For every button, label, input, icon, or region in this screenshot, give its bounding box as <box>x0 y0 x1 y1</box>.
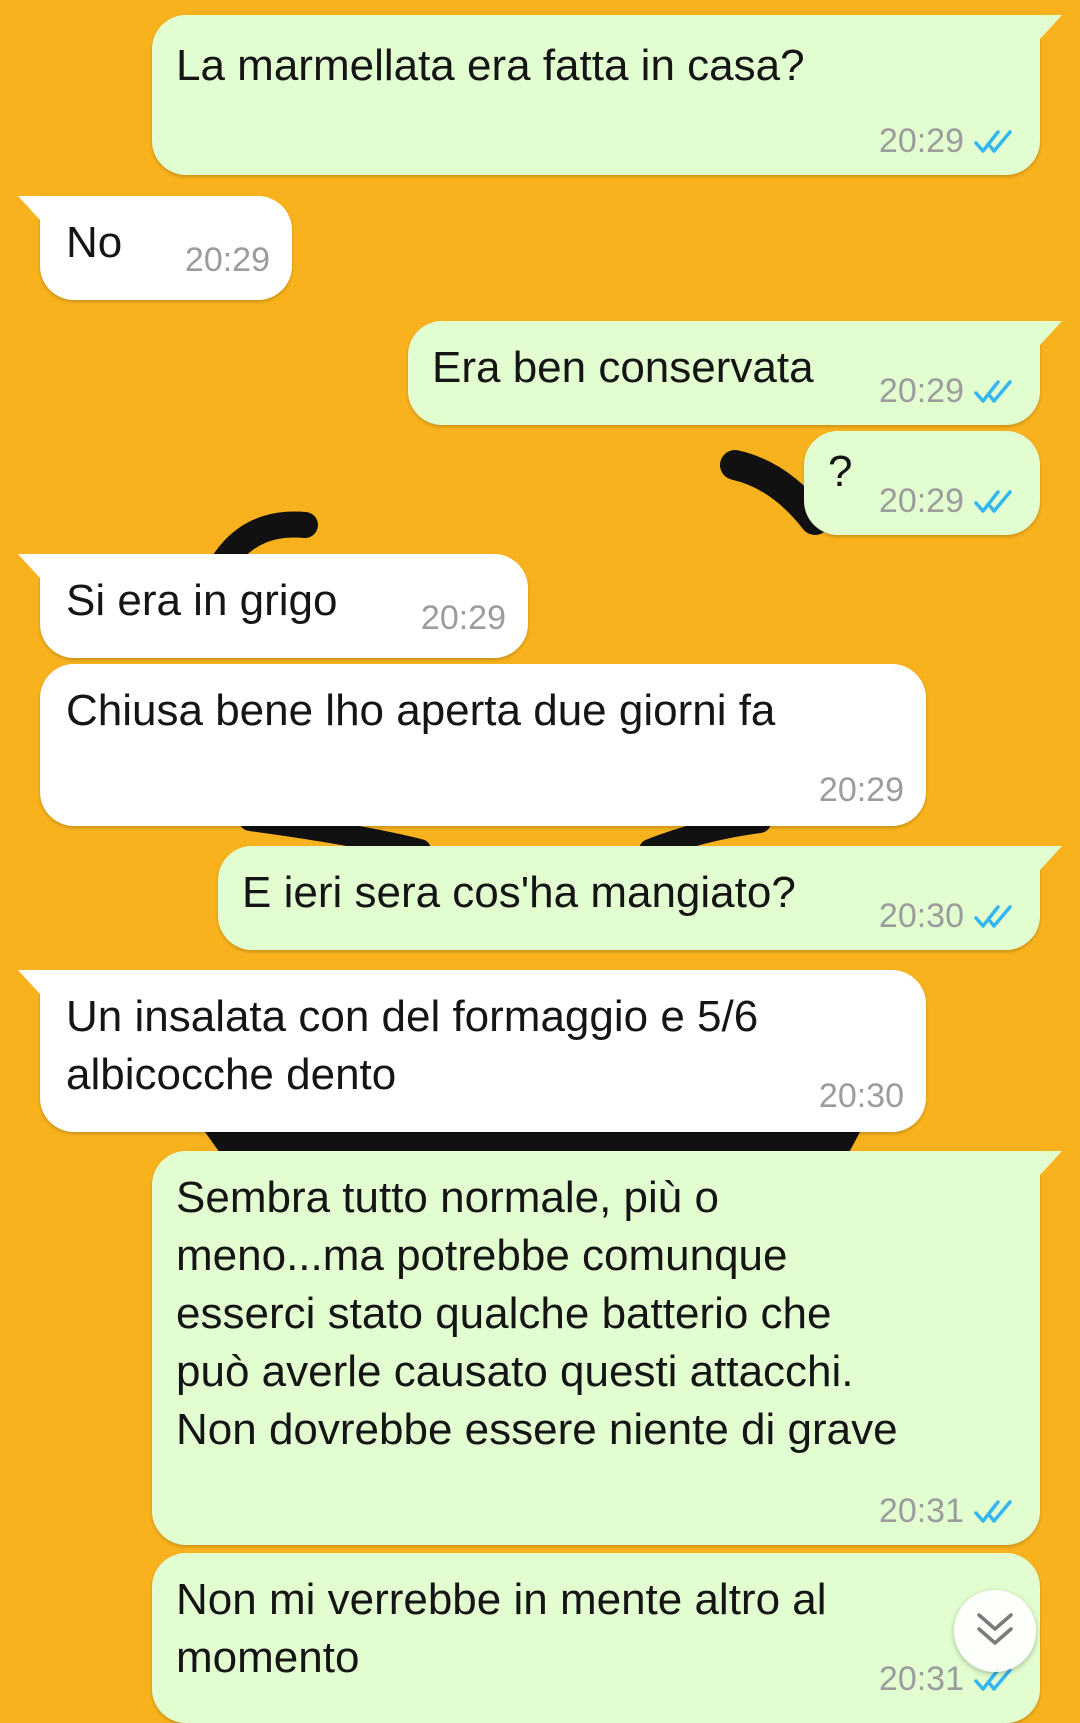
message-text: No <box>66 218 123 267</box>
message-bubble-outgoing[interactable]: La marmellata era fatta in casa? 20:29 <box>152 15 1062 175</box>
double-check-icon <box>974 129 1018 155</box>
message-line: esserci stato qualche batterio che <box>176 1289 832 1338</box>
message-meta: 20:29 <box>879 122 1018 161</box>
message-time: 20:29 <box>420 599 506 637</box>
message-meta: 20:31 <box>879 1492 1018 1531</box>
message-time: 20:30 <box>818 1077 904 1115</box>
message-text: Sembra tutto normale, più o meno...ma po… <box>176 1169 898 1459</box>
message-text: Era ben conservata <box>432 343 814 392</box>
message-time: 20:30 <box>878 897 964 935</box>
scroll-to-bottom-button[interactable] <box>954 1590 1036 1672</box>
message-time: 20:29 <box>878 372 964 410</box>
message-time: 20:29 <box>818 771 904 809</box>
message-line: Non mi verrebbe in mente altro al <box>176 1575 827 1624</box>
message-line: Un insalata con del formaggio e 5/6 <box>66 992 759 1041</box>
message-text: ? <box>828 447 853 496</box>
message-line: meno...ma potrebbe comunque <box>176 1231 788 1280</box>
message-line: momento <box>176 1633 360 1682</box>
message-meta: 20:30 <box>879 897 1018 936</box>
message-text: Chiusa bene lho aperta due giorni fa <box>66 686 776 735</box>
double-check-icon <box>974 904 1018 930</box>
message-time: 20:29 <box>184 241 270 279</box>
message-line: albicocche dento <box>66 1050 397 1099</box>
message-time: 20:31 <box>878 1660 964 1698</box>
message-meta: 20:29 <box>879 372 1018 411</box>
message-bubble-outgoing[interactable]: Non mi verrebbe in mente altro al moment… <box>152 1553 1040 1723</box>
message-text: E ieri sera cos'ha mangiato? <box>242 868 796 917</box>
message-bubble-incoming[interactable]: No 20:29 <box>18 196 292 300</box>
message-bubble-outgoing[interactable]: E ieri sera cos'ha mangiato? 20:30 <box>218 846 1062 950</box>
message-time: 20:29 <box>878 482 964 520</box>
double-check-icon <box>974 379 1018 405</box>
message-text: Si era in grigo <box>66 576 338 625</box>
message-text: Un insalata con del formaggio e 5/6 albi… <box>66 988 758 1104</box>
message-meta: 20:29 <box>879 482 1018 521</box>
message-bubble-incoming[interactable]: Un insalata con del formaggio e 5/6 albi… <box>18 970 926 1132</box>
message-meta: 20:29 <box>185 241 270 280</box>
message-text: Non mi verrebbe in mente altro al moment… <box>176 1571 827 1687</box>
message-bubble-incoming[interactable]: Si era in grigo 20:29 <box>18 554 528 658</box>
chevron-double-down-icon <box>975 1611 1015 1652</box>
message-bubble-incoming[interactable]: Chiusa bene lho aperta due giorni fa 20:… <box>40 664 926 826</box>
message-meta: 20:29 <box>819 771 904 810</box>
message-line: Sembra tutto normale, più o <box>176 1173 719 1222</box>
message-bubble-outgoing[interactable]: Era ben conservata 20:29 <box>408 321 1062 425</box>
double-check-icon <box>974 1499 1018 1525</box>
message-text: La marmellata era fatta in casa? <box>176 41 805 90</box>
message-meta: 20:29 <box>421 599 506 638</box>
message-time: 20:31 <box>878 1492 964 1530</box>
message-list[interactable]: La marmellata era fatta in casa? 20:29 N… <box>0 0 1080 1723</box>
message-bubble-outgoing[interactable]: Sembra tutto normale, più o meno...ma po… <box>152 1151 1062 1545</box>
message-meta: 20:30 <box>819 1077 904 1116</box>
double-check-icon <box>974 489 1018 515</box>
message-line: Non dovrebbe essere niente di grave <box>176 1405 898 1454</box>
message-bubble-outgoing[interactable]: ? 20:29 <box>804 431 1040 535</box>
message-time: 20:29 <box>878 122 964 160</box>
message-line: può averle causato questi attacchi. <box>176 1347 854 1396</box>
